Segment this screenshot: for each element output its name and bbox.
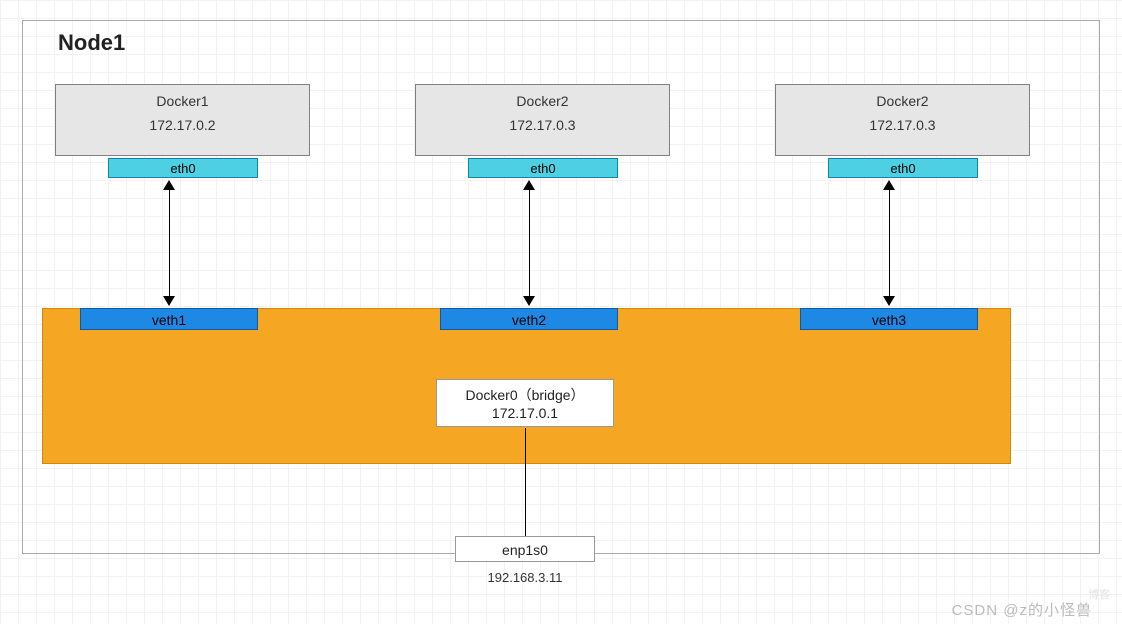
- connector-3: [883, 180, 895, 306]
- eth-port-1: eth0: [108, 158, 258, 178]
- arrow-down-icon: [523, 296, 535, 306]
- eth-port-2: eth0: [468, 158, 618, 178]
- veth-port-1: veth1: [80, 308, 258, 330]
- line-icon: [169, 188, 170, 298]
- docker-box-1: Docker1 172.17.0.2: [55, 84, 310, 156]
- bridge-name: Docker0（bridge）: [437, 386, 613, 404]
- watermark-csdn: CSDN @z的小怪兽: [952, 599, 1092, 620]
- docker-name: Docker2: [416, 93, 669, 109]
- docker-box-2: Docker2 172.17.0.3: [415, 84, 670, 156]
- connector-bridge-nic: [519, 428, 531, 536]
- veth-port-3: veth3: [800, 308, 978, 330]
- docker-box-3: Docker2 172.17.0.3: [775, 84, 1030, 156]
- line-icon: [529, 188, 530, 298]
- docker-ip: 172.17.0.3: [776, 117, 1029, 133]
- veth-port-2: veth2: [440, 308, 618, 330]
- docker-ip: 172.17.0.2: [56, 117, 309, 133]
- line-icon: [525, 428, 526, 536]
- bridge-label: Docker0（bridge） 172.17.0.1: [436, 379, 614, 427]
- docker-name: Docker2: [776, 93, 1029, 109]
- node-title: Node1: [58, 30, 125, 56]
- diagram-canvas: Node1 Docker1 172.17.0.2 eth0 Docker2 17…: [0, 0, 1122, 624]
- docker-ip: 172.17.0.3: [416, 117, 669, 133]
- docker-name: Docker1: [56, 93, 309, 109]
- bridge-ip: 172.17.0.1: [437, 404, 613, 422]
- arrow-down-icon: [163, 296, 175, 306]
- host-nic-ip: 192.168.3.11: [455, 570, 595, 585]
- connector-1: [163, 180, 175, 306]
- connector-2: [523, 180, 535, 306]
- host-nic-box: enp1s0: [455, 536, 595, 562]
- line-icon: [889, 188, 890, 298]
- eth-port-3: eth0: [828, 158, 978, 178]
- arrow-down-icon: [883, 296, 895, 306]
